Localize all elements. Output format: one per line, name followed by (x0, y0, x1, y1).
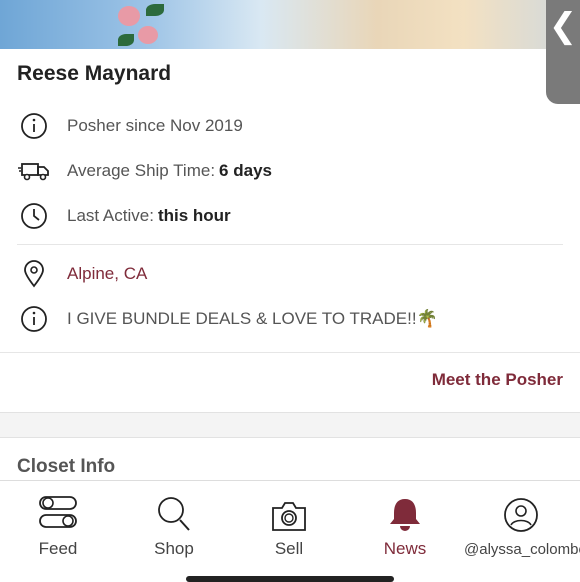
divider (17, 244, 563, 245)
profile-name: Reese Maynard (17, 62, 172, 85)
posher-since-text: Posher since Nov 2019 (67, 116, 243, 135)
section-separator (0, 412, 580, 438)
last-active-value: this hour (157, 206, 231, 225)
closet-info-heading: Closet Info (17, 456, 116, 477)
bell-icon (345, 485, 465, 533)
nav-sell-label: Sell (274, 539, 304, 558)
divider (0, 352, 580, 353)
bio-row: I GIVE BUNDLE DEALS & LOVE TO TRADE!!🌴 (17, 302, 438, 336)
cover-photo (0, 0, 580, 49)
chevron-left-icon: ❮ (548, 6, 578, 46)
profile-icon (460, 485, 580, 533)
location-pin-icon (17, 257, 51, 291)
nav-profile[interactable]: @alyssa_colombo (460, 481, 580, 558)
last-active-row: Last Active: this hour (17, 199, 231, 233)
nav-sell[interactable]: Sell (229, 481, 349, 559)
nav-news[interactable]: News (345, 481, 465, 559)
location-row[interactable]: Alpine, CA (17, 257, 147, 291)
nav-feed[interactable]: Feed (0, 481, 118, 559)
search-icon (114, 485, 234, 533)
home-indicator (186, 576, 394, 582)
bottom-nav: Feed Shop Sell News @alyssa_colombo (0, 480, 580, 581)
bio-text: I GIVE BUNDLE DEALS & LOVE TO TRADE!!🌴 (67, 309, 438, 328)
nav-shop-label: Shop (154, 539, 194, 558)
side-drawer-tab[interactable]: ❮ (546, 0, 580, 104)
feed-icon (0, 485, 118, 533)
ship-time-label: Average Ship Time: (67, 161, 216, 180)
ship-time-row: Average Ship Time: 6 days (17, 154, 272, 188)
nav-profile-label: @alyssa_colombo (464, 541, 580, 558)
camera-icon (229, 485, 349, 533)
meet-the-posher-link[interactable]: Meet the Posher (432, 370, 563, 390)
posher-since-row: Posher since Nov 2019 (17, 109, 243, 143)
info-icon (17, 109, 51, 143)
nav-shop[interactable]: Shop (114, 481, 234, 559)
info-icon (17, 302, 51, 336)
nav-feed-label: Feed (38, 539, 78, 558)
location-link[interactable]: Alpine, CA (67, 264, 147, 284)
ship-time-value: 6 days (219, 161, 272, 180)
last-active-label: Last Active: (67, 206, 154, 225)
truck-icon (17, 154, 51, 188)
nav-news-label: News (383, 539, 427, 558)
clock-icon (17, 199, 51, 233)
